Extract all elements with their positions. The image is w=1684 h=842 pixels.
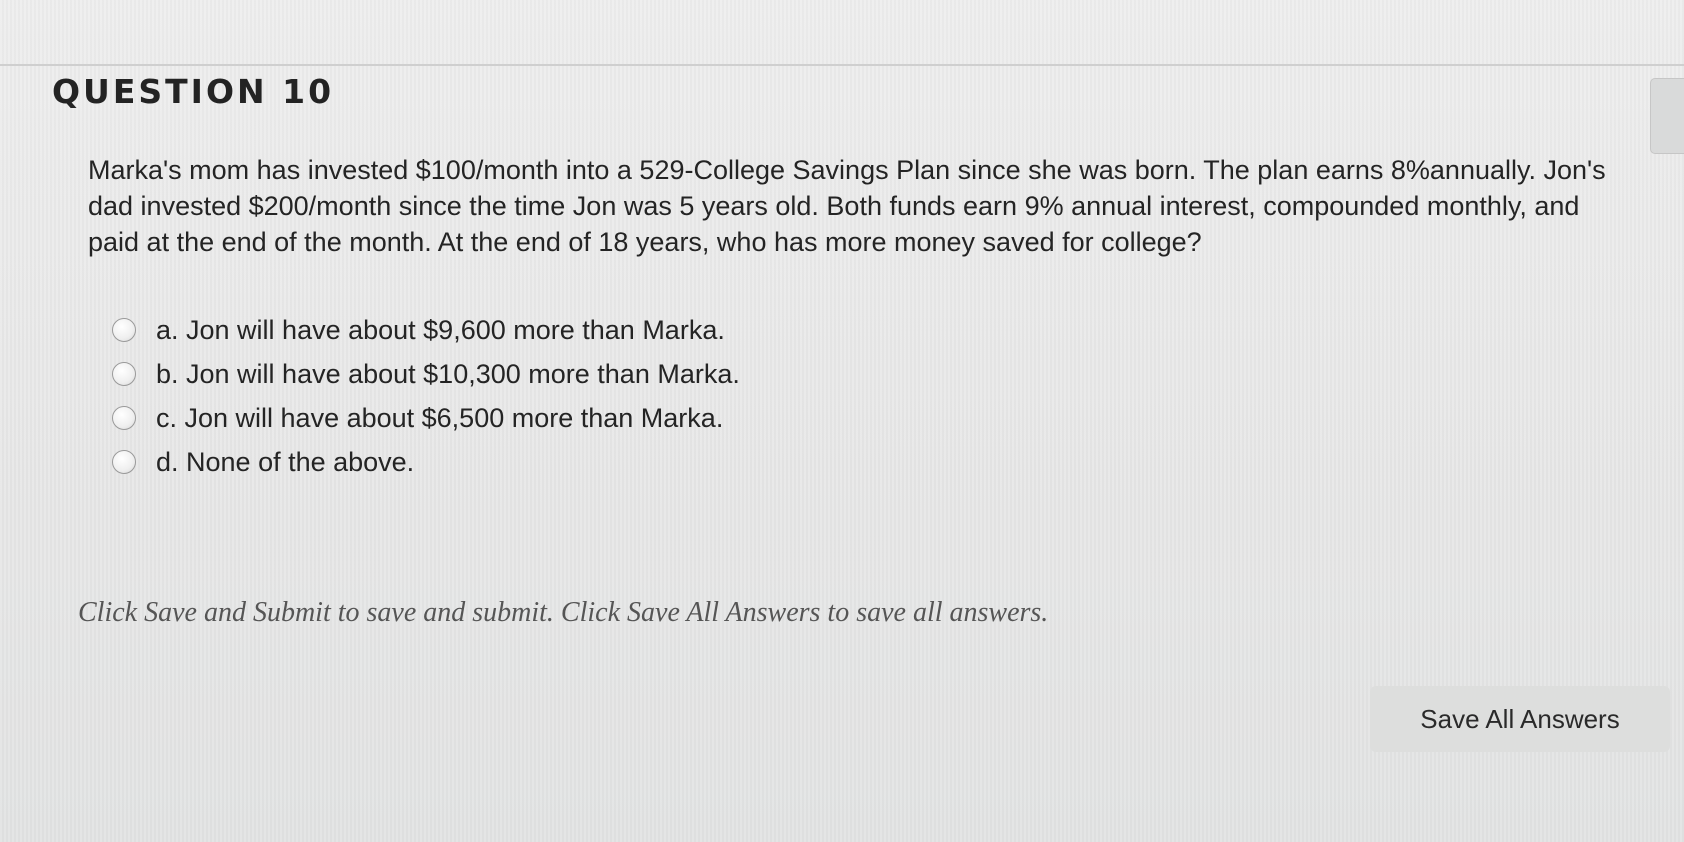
scrollbar-handle[interactable] [1650, 78, 1684, 154]
save-all-answers-button[interactable]: Save All Answers [1370, 686, 1670, 752]
option-label: a. Jon will have about $9,600 more than … [156, 314, 725, 345]
submit-instructions: Click Save and Submit to save and submit… [78, 597, 1049, 628]
radio-button[interactable] [112, 318, 136, 342]
option-label: d. None of the above. [156, 446, 415, 477]
question-text: Marka's mom has invested $100/month into… [88, 155, 1606, 257]
answer-option-a[interactable]: a. Jon will have about $9,600 more than … [112, 308, 740, 352]
option-label: c. Jon will have about $6,500 more than … [156, 402, 724, 433]
radio-button[interactable] [112, 362, 136, 386]
question-title: QUESTION 10 [52, 72, 335, 111]
answer-option-b[interactable]: b. Jon will have about $10,300 more than… [112, 352, 740, 396]
quiz-page: QUESTION 10 Marka's mom has invested $10… [0, 0, 1684, 842]
answer-option-c[interactable]: c. Jon will have about $6,500 more than … [112, 396, 740, 440]
divider [0, 64, 1684, 66]
radio-button[interactable] [112, 406, 136, 430]
answer-options: a. Jon will have about $9,600 more than … [112, 308, 740, 484]
option-label: b. Jon will have about $10,300 more than… [156, 358, 740, 389]
answer-option-d[interactable]: d. None of the above. [112, 440, 740, 484]
radio-button[interactable] [112, 450, 136, 474]
